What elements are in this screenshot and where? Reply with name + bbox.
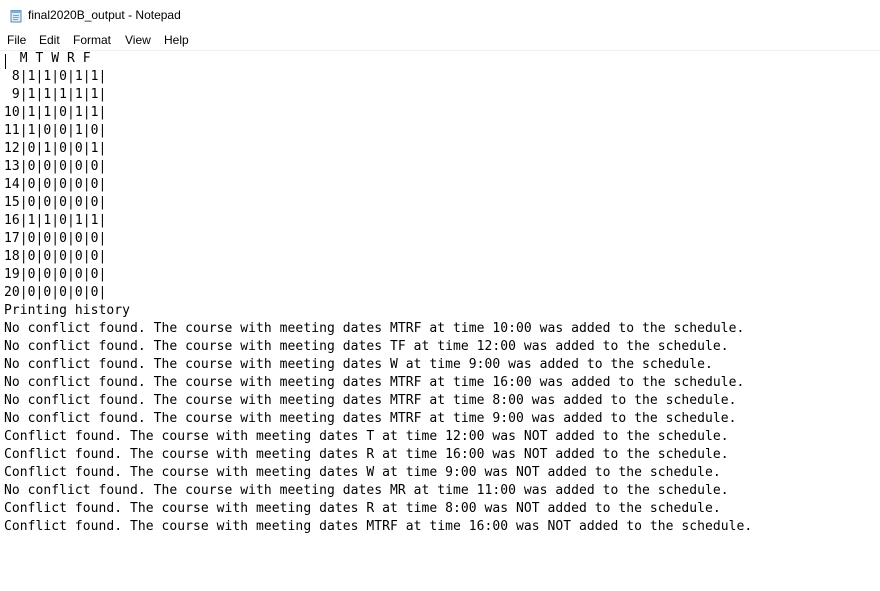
text-line: Conflict found. The course with meeting … (4, 519, 753, 534)
text-line: 10|1|1|0|1|1| (4, 105, 107, 120)
text-line: Conflict found. The course with meeting … (4, 501, 721, 516)
text-line: No conflict found. The course with meeti… (4, 483, 729, 498)
text-line: 12|0|1|0|0|1| (4, 141, 107, 156)
notepad-window: final2020B_output - Notepad File Edit Fo… (0, 0, 880, 591)
notepad-icon (9, 8, 23, 23)
menu-view[interactable]: View (125, 33, 151, 47)
text-line: Conflict found. The course with meeting … (4, 429, 729, 444)
text-line: No conflict found. The course with meeti… (4, 375, 745, 390)
text-line: 8|1|1|0|1|1| (4, 69, 107, 84)
text-line: No conflict found. The course with meeti… (4, 411, 737, 426)
text-line: 13|0|0|0|0|0| (4, 159, 107, 174)
text-line: 19|0|0|0|0|0| (4, 267, 107, 282)
text-line: 14|0|0|0|0|0| (4, 177, 107, 192)
menu-format[interactable]: Format (73, 33, 111, 47)
text-line: Conflict found. The course with meeting … (4, 465, 721, 480)
text-line: 20|0|0|0|0|0| (4, 285, 107, 300)
text-line: 11|1|0|0|1|0| (4, 123, 107, 138)
menu-edit[interactable]: Edit (39, 33, 60, 47)
text-line: 17|0|0|0|0|0| (4, 231, 107, 246)
text-line: 9|1|1|1|1|1| (4, 87, 107, 102)
text-line: Printing history (4, 303, 131, 318)
menu-bar: File Edit Format View Help (0, 31, 880, 51)
text-line: No conflict found. The course with meeti… (4, 321, 745, 336)
window-title: final2020B_output - Notepad (28, 8, 181, 22)
menu-help[interactable]: Help (164, 33, 189, 47)
text-line: M T W R F (4, 51, 91, 66)
menu-file[interactable]: File (7, 33, 26, 47)
document-text: M T W R F 8|1|1|0|1|1| 9|1|1|1|1|1| 10|1|… (4, 50, 752, 536)
text-line: 16|1|1|0|1|1| (4, 213, 107, 228)
text-line: 18|0|0|0|0|0| (4, 249, 107, 264)
text-line: No conflict found. The course with meeti… (4, 339, 729, 354)
text-caret (5, 54, 6, 69)
text-line: 15|0|0|0|0|0| (4, 195, 107, 210)
text-line: No conflict found. The course with meeti… (4, 357, 713, 372)
title-bar[interactable]: final2020B_output - Notepad (0, 0, 880, 31)
text-line: Conflict found. The course with meeting … (4, 447, 729, 462)
text-line: No conflict found. The course with meeti… (4, 393, 737, 408)
